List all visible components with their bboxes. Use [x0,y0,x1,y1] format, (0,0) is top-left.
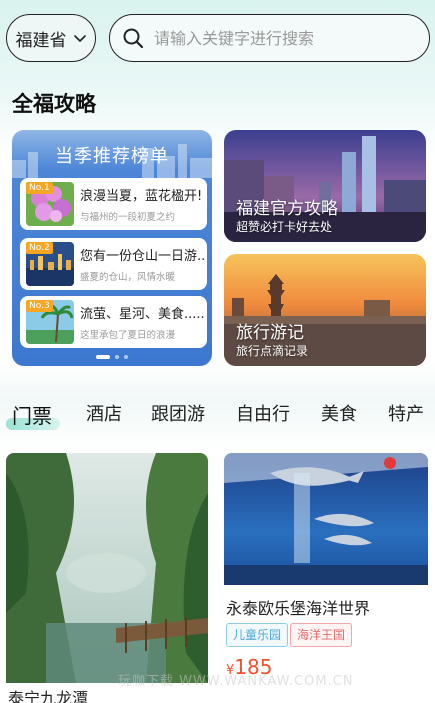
search-bar[interactable] [109,14,430,62]
search-icon [123,28,144,49]
official-guide-card[interactable]: 福建官方攻略 超赞必打卡好去处 [224,130,426,242]
province-label: 福建省 [15,30,67,51]
product-card[interactable]: 泰宁九龙潭 [6,453,208,703]
province-selector[interactable]: 福建省 [6,14,96,62]
category-tabs: 门票 酒店 跟团游 自由行 美食 特产 [0,400,435,434]
tab-group-tours[interactable]: 跟团游 [151,400,205,426]
ranking-item[interactable]: No.3 流萤、星河、美食....... 这里承包了夏日的浪漫 [20,296,207,348]
tab-free-travel[interactable]: 自由行 [236,400,290,426]
ranking-item[interactable]: No.1 浪漫当夏，蓝花楹开! 与福州的一段初夏之约 [20,178,207,230]
product-card[interactable]: 永泰欧乐堡海洋世界 儿童乐园 海洋王国 ¥185 [224,453,428,685]
section-title: 全福攻略 [12,92,96,116]
promo-title: 旅行游记 [236,323,304,343]
ranking-item-title: 流萤、星河、美食....... [80,307,204,322]
seasonal-ranking-card[interactable]: 当季推荐榜单 No.1 浪漫当夏，蓝花楹开! 与福州的一段初夏之约 No.2 您… [12,130,212,366]
promo-subtitle: 超赞必打卡好去处 [236,220,333,234]
product-name: 泰宁九龙潭 [8,689,89,703]
tab-food[interactable]: 美食 [321,400,357,426]
promo-subtitle: 旅行点滴记录 [236,344,309,358]
top-bar: 福建省 [6,14,430,62]
ranking-item-title: 浪漫当夏，蓝花楹开! [80,189,203,204]
tag-kids-park: 儿童乐园 [226,623,289,647]
tab-hotels[interactable]: 酒店 [86,400,122,426]
tag-ocean-kingdom: 海洋王国 [290,623,353,647]
search-input[interactable] [154,28,414,48]
ranking-item-subtitle: 这里承包了夏日的浪漫 [80,330,176,341]
canyon-image [6,453,208,683]
chevron-down-icon [73,35,86,42]
ranking-item[interactable]: No.2 您有一份仓山一日游... 盛夏的仓山，风情水暖 [20,238,207,290]
ranking-item-title: 您有一份仓山一日游... [80,249,204,264]
dolphin-show-image [224,453,428,585]
travel-notes-card[interactable]: 旅行游记 旅行点滴记录 [224,254,426,366]
carousel-dots [12,355,212,359]
promo-title: 福建官方攻略 [236,199,338,219]
rank-badge: No.2 [26,242,53,254]
ranking-item-subtitle: 盛夏的仓山，风情水暖 [80,272,176,283]
rank-badge: No.1 [26,182,53,194]
watermark: 玩咖下载 WWW.WANKAW.COM.CN [118,674,354,689]
product-name: 永泰欧乐堡海洋世界 [226,599,371,618]
tab-tickets[interactable]: 门票 [12,400,52,429]
rank-badge: No.3 [26,300,53,312]
tab-specialties[interactable]: 特产 [388,400,424,426]
ranking-title: 当季推荐榜单 [55,146,169,167]
ranking-item-subtitle: 与福州的一段初夏之约 [80,212,176,223]
